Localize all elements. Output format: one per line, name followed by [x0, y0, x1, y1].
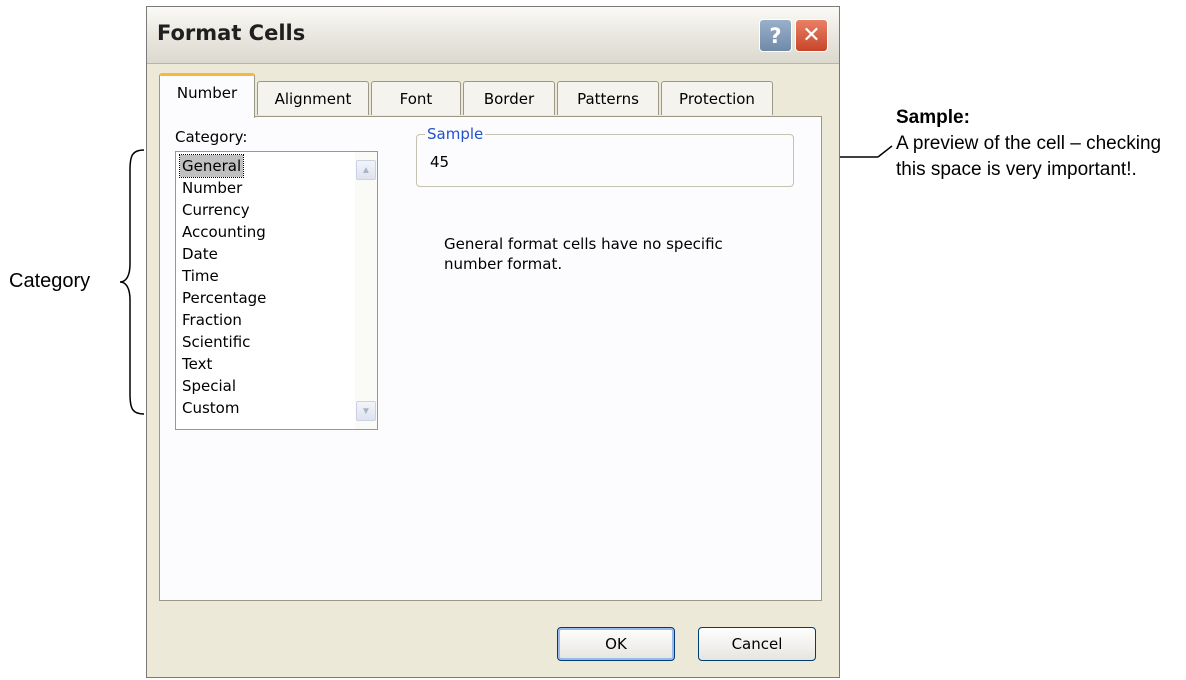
sample-annotation-text: A preview of the cell – checking this sp…	[896, 133, 1162, 180]
sample-annotation-title: Sample:	[896, 107, 970, 128]
scroll-down-button[interactable]: ▼	[356, 401, 376, 421]
tab-number[interactable]: Number	[159, 73, 255, 118]
tab-border[interactable]: Border	[463, 81, 555, 115]
category-brace	[119, 149, 145, 415]
close-button[interactable]: ✕	[795, 19, 828, 52]
category-item-general[interactable]: General	[178, 154, 245, 178]
number-tab-panel: Category: General Number Currency Accoun…	[159, 116, 822, 601]
help-icon: ?	[769, 23, 782, 48]
tab-alignment[interactable]: Alignment	[257, 81, 369, 115]
dialog-title: Format Cells	[157, 21, 306, 45]
close-icon: ✕	[802, 23, 821, 48]
category-item-time[interactable]: Time	[180, 265, 221, 287]
scroll-up-button[interactable]: ▲	[356, 160, 376, 180]
sample-legend: Sample	[425, 125, 486, 143]
category-scrollbar[interactable]: ▲ ▼	[355, 152, 377, 429]
tab-patterns[interactable]: Patterns	[557, 81, 659, 115]
category-item-fraction[interactable]: Fraction	[180, 309, 244, 331]
category-label: Category:	[175, 128, 248, 146]
ok-button[interactable]: OK	[557, 627, 675, 661]
category-item-special[interactable]: Special	[180, 375, 238, 397]
category-item-currency[interactable]: Currency	[180, 199, 252, 221]
category-item-scientific[interactable]: Scientific	[180, 331, 252, 353]
help-button[interactable]: ?	[759, 19, 792, 52]
cancel-button[interactable]: Cancel	[698, 627, 816, 661]
category-listbox[interactable]: General Number Currency Accounting Date …	[175, 151, 378, 430]
format-cells-dialog: Format Cells ? ✕ Number Alignment Font B…	[146, 6, 840, 678]
sample-annotation: Sample: A preview of the cell – checking…	[896, 105, 1186, 183]
category-item-accounting[interactable]: Accounting	[180, 221, 268, 243]
tab-protection[interactable]: Protection	[661, 81, 773, 115]
format-description: General format cells have no specific nu…	[444, 235, 723, 273]
sample-value: 45	[430, 153, 450, 171]
tab-font[interactable]: Font	[371, 81, 461, 115]
scroll-up-icon: ▲	[361, 164, 371, 176]
title-bar: Format Cells ? ✕	[147, 7, 839, 64]
category-annotation-label: Category	[9, 270, 91, 292]
sample-group: Sample 45	[416, 125, 794, 187]
category-item-text[interactable]: Text	[180, 353, 214, 375]
category-item-custom[interactable]: Custom	[180, 397, 241, 419]
scroll-down-icon: ▼	[361, 405, 371, 417]
category-item-percentage[interactable]: Percentage	[180, 287, 268, 309]
category-item-date[interactable]: Date	[180, 243, 220, 265]
category-item-number[interactable]: Number	[180, 177, 244, 199]
